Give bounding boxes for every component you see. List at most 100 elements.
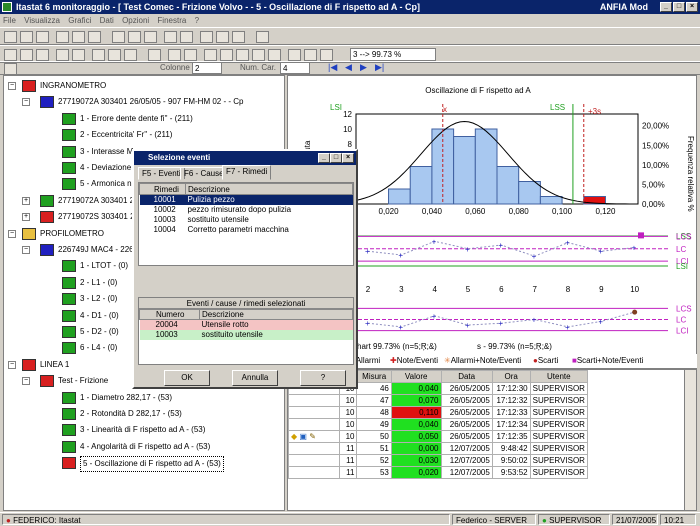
prev-record-button[interactable]: ◀ bbox=[345, 62, 352, 73]
grid-scrollbar[interactable] bbox=[684, 370, 696, 510]
chart-icon[interactable] bbox=[36, 49, 49, 61]
chart-icon[interactable] bbox=[204, 49, 217, 61]
tree-node[interactable]: 1 - Diametro 282,17 - (53) bbox=[4, 391, 284, 405]
dialog-close-button[interactable]: × bbox=[342, 153, 354, 163]
chart-icon[interactable] bbox=[124, 49, 137, 61]
tree-node[interactable]: 3 - Linearità di F rispetto ad A - (53) bbox=[4, 423, 284, 437]
alarm-icon[interactable] bbox=[200, 31, 213, 43]
chart-icon[interactable] bbox=[168, 49, 181, 61]
next-record-button[interactable]: ▶ bbox=[360, 62, 367, 73]
menu-file[interactable]: File bbox=[3, 16, 16, 25]
table-row[interactable]: ◆ ▣ ✎ 10 50 0,050 26/05/2005 17:12:35 SUPERVIS… bbox=[288, 430, 589, 443]
minimize-button[interactable]: _ bbox=[660, 2, 672, 12]
chart-icon[interactable] bbox=[20, 49, 33, 61]
chart-icon[interactable] bbox=[72, 31, 85, 43]
chart-icon[interactable] bbox=[92, 49, 105, 61]
list-item[interactable]: 10001 Pulizia pezzo bbox=[139, 194, 353, 205]
tree-expander[interactable]: − bbox=[8, 229, 16, 238]
list-item[interactable]: 10002 pezzo rimisurato dopo pulizia bbox=[140, 205, 353, 215]
table-row[interactable]: 11 51 0,000 12/07/2005 9:48:42 SUPERVISOR bbox=[288, 442, 589, 455]
col-utente[interactable]: Utente bbox=[529, 370, 589, 383]
table-icon[interactable] bbox=[112, 31, 125, 43]
table-row[interactable]: 10 48 0,110 26/05/2005 17:12:33 SUPERVISOR bbox=[288, 406, 589, 419]
chart-icon[interactable] bbox=[268, 49, 281, 61]
chart-icon[interactable] bbox=[220, 49, 233, 61]
tree-expander[interactable]: − bbox=[8, 360, 16, 369]
tree-node[interactable]: 2 - Eccentricita' Fr'' - (211) bbox=[4, 128, 284, 142]
table-row[interactable]: 11 52 0,030 12/07/2005 9:50:02 SUPERVISOR bbox=[288, 454, 589, 467]
tab-eventi[interactable]: F5 - Eventi bbox=[138, 167, 185, 180]
table-icon[interactable] bbox=[128, 31, 141, 43]
chart-icon[interactable] bbox=[72, 49, 85, 61]
annulla-button[interactable]: Annulla bbox=[232, 370, 278, 386]
sigma-level-select[interactable]: 3 --> 99.73 % bbox=[350, 48, 436, 61]
chart-icon[interactable] bbox=[56, 49, 69, 61]
event-icon[interactable] bbox=[232, 31, 245, 43]
chart-icon[interactable] bbox=[4, 31, 17, 43]
menu-help[interactable]: ? bbox=[195, 16, 199, 25]
chart-icon[interactable] bbox=[20, 31, 33, 43]
menu-grafici[interactable]: Grafici bbox=[68, 16, 91, 25]
rimedi-col-code[interactable]: Rimedi bbox=[139, 183, 186, 195]
list-item[interactable]: 10004 Corretto parametri macchina bbox=[140, 225, 353, 235]
table-row[interactable]: 10 49 0,040 26/05/2005 17:12:34 SUPERVISOR bbox=[288, 418, 589, 431]
selected-col-numero[interactable]: Numero bbox=[139, 309, 200, 320]
tree-expander[interactable]: − bbox=[8, 82, 16, 90]
chart-icon[interactable] bbox=[108, 49, 121, 61]
numcar-select[interactable]: 4 bbox=[280, 62, 310, 74]
tree-expander[interactable]: − bbox=[22, 377, 30, 386]
tree-expander[interactable]: + bbox=[22, 213, 30, 222]
col-data[interactable]: Data bbox=[440, 370, 493, 383]
sigma-icon[interactable] bbox=[56, 31, 69, 43]
close-button[interactable]: × bbox=[686, 2, 698, 12]
first-record-button[interactable]: |◀ bbox=[328, 62, 337, 73]
tree-node[interactable]: − INGRANOMETRO bbox=[4, 79, 284, 93]
warning-icon[interactable]: ◆ bbox=[291, 432, 297, 441]
ok-button[interactable]: OK bbox=[164, 370, 210, 386]
colonne-select[interactable]: 2 bbox=[192, 62, 222, 74]
list-icon[interactable] bbox=[164, 31, 177, 43]
tree-node[interactable]: 2 - Rotondità D 282,17 - (53) bbox=[4, 407, 284, 421]
list-icon[interactable] bbox=[180, 31, 193, 43]
chart-icon[interactable] bbox=[320, 49, 333, 61]
list-item[interactable]: 10003 sostituito utensile bbox=[139, 329, 353, 340]
chart-icon[interactable] bbox=[4, 49, 17, 61]
last-record-button[interactable]: ▶| bbox=[375, 62, 384, 73]
menu-visualizza[interactable]: Visualizza bbox=[24, 16, 60, 25]
col-valore[interactable]: Valore bbox=[390, 370, 442, 383]
chart-icon[interactable] bbox=[236, 49, 249, 61]
help-button[interactable]: ? bbox=[300, 370, 346, 386]
chart-icon[interactable] bbox=[4, 63, 17, 75]
col-misura[interactable]: Misura bbox=[356, 370, 392, 383]
menu-opzioni[interactable]: Opzioni bbox=[122, 16, 149, 25]
chart-icon[interactable] bbox=[304, 49, 317, 61]
tree-node[interactable]: 4 - Angolarità di F rispetto ad A - (53) bbox=[4, 440, 284, 454]
tree-node[interactable]: − 27719072A 303401 26/05/05 - 907 FM-HM 0… bbox=[4, 95, 284, 109]
menu-dati[interactable]: Dati bbox=[100, 16, 114, 25]
warning-icon[interactable] bbox=[216, 31, 229, 43]
table-icon[interactable] bbox=[144, 31, 157, 43]
pencil-icon[interactable]: ✎ bbox=[309, 432, 316, 441]
selected-col-desc[interactable]: Descrizione bbox=[199, 309, 353, 320]
chart-icon[interactable] bbox=[184, 49, 197, 61]
table-row[interactable]: 11 53 0,020 12/07/2005 9:53:52 SUPERVISOR bbox=[288, 466, 589, 479]
dialog-minimize-button[interactable]: _ bbox=[318, 153, 330, 163]
table-row[interactable]: 10 47 0,070 26/05/2005 17:12:32 SUPERVISOR bbox=[288, 394, 589, 407]
dialog-maximize-button[interactable]: □ bbox=[330, 153, 342, 163]
chart-icon[interactable] bbox=[252, 49, 265, 61]
tree-node[interactable]: 5 - Oscillazione di F rispetto ad A - (5… bbox=[4, 456, 284, 473]
list-item[interactable]: 10003 sostituito utensile bbox=[140, 215, 353, 225]
tree-expander[interactable]: − bbox=[22, 246, 30, 254]
list-item[interactable]: 20004 Utensile rotto bbox=[139, 319, 353, 330]
maximize-button[interactable]: □ bbox=[673, 2, 685, 12]
chart-icon[interactable] bbox=[36, 31, 49, 43]
col-ora[interactable]: Ora bbox=[491, 370, 531, 383]
tab-rimedi[interactable]: F7 - Rimedi bbox=[222, 165, 272, 180]
chart-icon[interactable] bbox=[288, 49, 301, 61]
tool-icon[interactable] bbox=[256, 31, 269, 43]
tree-node[interactable]: 1 - Errore dente dente fi'' - (211) bbox=[4, 112, 284, 126]
note-icon[interactable]: ▣ bbox=[299, 432, 307, 441]
tab-cause[interactable]: F6 - Cause bbox=[180, 167, 228, 180]
dropdown-icon[interactable] bbox=[148, 49, 161, 61]
tree-expander[interactable]: + bbox=[22, 196, 30, 205]
